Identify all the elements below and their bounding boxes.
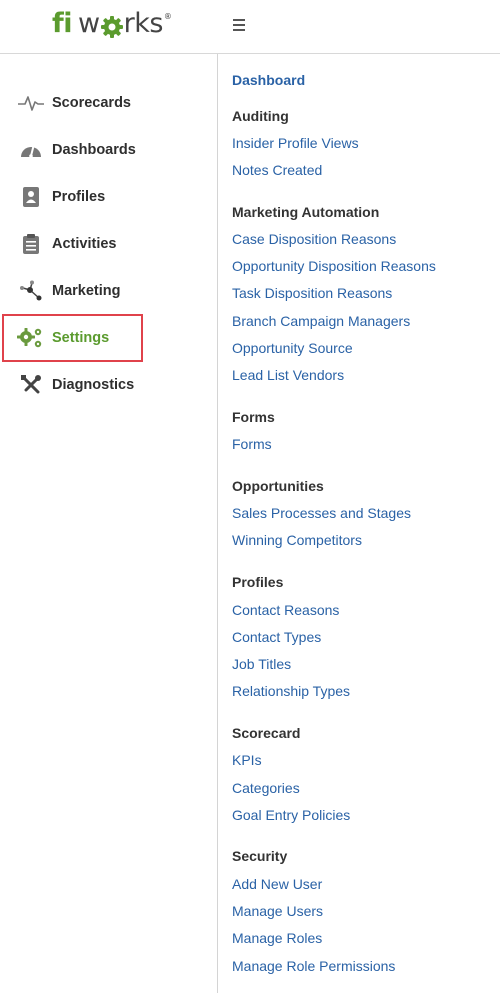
sidebar-item-label: Settings — [52, 329, 110, 346]
hamburger-menu-icon[interactable] — [230, 14, 250, 36]
sidebar-item-profiles[interactable]: Profiles — [0, 173, 217, 220]
sidebar-item-label: Scorecards — [52, 94, 131, 111]
sidebar-item-label: Profiles — [52, 188, 106, 205]
sidebar-item-activities[interactable]: Activities — [0, 220, 217, 267]
link-insider-profile-views[interactable]: Insider Profile Views — [232, 135, 359, 151]
top-bar: fi w rks ® — [0, 0, 500, 54]
section-heading-scorecard: Scorecard — [232, 725, 301, 741]
section-heading-auditing: Auditing — [232, 108, 289, 124]
link-manage-users[interactable]: Manage Users — [232, 903, 323, 919]
gears-icon — [17, 324, 45, 352]
sidebar-item-marketing[interactable]: Marketing — [0, 267, 217, 314]
section-heading-marketing-automation: Marketing Automation — [232, 204, 380, 220]
section-heading-profiles: Profiles — [232, 574, 284, 590]
section-heading-opportunities: Opportunities — [232, 478, 324, 494]
sidebar-item-label: Activities — [52, 235, 117, 252]
link-task-disposition-reasons[interactable]: Task Disposition Reasons — [232, 285, 392, 301]
sidebar-item-label: Dashboards — [52, 141, 136, 158]
link-job-titles[interactable]: Job Titles — [232, 656, 291, 672]
logo-fi-text: fi — [52, 8, 73, 39]
link-kpis[interactable]: KPIs — [232, 752, 262, 768]
link-categories[interactable]: Categories — [232, 780, 300, 796]
link-manage-roles[interactable]: Manage Roles — [232, 930, 322, 946]
gauge-icon — [17, 136, 45, 164]
logo-w-text: w — [78, 8, 100, 39]
dashboard-link[interactable]: Dashboard — [232, 72, 305, 88]
contact-card-icon — [17, 183, 45, 211]
section-heading-security: Security — [232, 848, 288, 864]
link-add-new-user[interactable]: Add New User — [232, 876, 322, 892]
sidebar-item-label: Marketing — [52, 282, 121, 299]
link-opportunity-disposition-reasons[interactable]: Opportunity Disposition Reasons — [232, 258, 436, 274]
link-notes-created[interactable]: Notes Created — [232, 162, 322, 178]
logo-gear-icon — [100, 8, 124, 40]
link-lead-list-vendors[interactable]: Lead List Vendors — [232, 367, 344, 383]
link-contact-types[interactable]: Contact Types — [232, 629, 321, 645]
logo-registered-mark: ® — [163, 12, 172, 21]
sidebar: Scorecards Dashboards Profiles Activitie… — [0, 54, 218, 993]
logo-rks-text: rks — [123, 8, 164, 39]
sidebar-item-diagnostics[interactable]: Diagnostics — [0, 361, 217, 408]
clipboard-icon — [17, 230, 45, 258]
link-goal-entry-policies[interactable]: Goal Entry Policies — [232, 807, 350, 823]
sidebar-item-settings[interactable]: Settings — [0, 314, 217, 361]
sidebar-item-scorecards[interactable]: Scorecards — [0, 79, 217, 126]
link-forms[interactable]: Forms — [232, 436, 272, 452]
link-contact-reasons[interactable]: Contact Reasons — [232, 602, 339, 618]
link-relationship-types[interactable]: Relationship Types — [232, 683, 350, 699]
link-case-disposition-reasons[interactable]: Case Disposition Reasons — [232, 231, 396, 247]
network-icon — [17, 277, 45, 305]
pulse-icon — [17, 89, 45, 117]
link-sales-processes-and-stages[interactable]: Sales Processes and Stages — [232, 505, 411, 521]
fiworks-logo[interactable]: fi w rks ® — [52, 8, 172, 40]
sidebar-item-dashboards[interactable]: Dashboards — [0, 126, 217, 173]
sidebar-item-label: Diagnostics — [52, 376, 135, 393]
tools-icon — [17, 371, 45, 399]
section-heading-forms: Forms — [232, 409, 275, 425]
link-manage-role-permissions[interactable]: Manage Role Permissions — [232, 958, 395, 974]
link-winning-competitors[interactable]: Winning Competitors — [232, 532, 362, 548]
link-branch-campaign-managers[interactable]: Branch Campaign Managers — [232, 313, 410, 329]
link-opportunity-source[interactable]: Opportunity Source — [232, 340, 353, 356]
